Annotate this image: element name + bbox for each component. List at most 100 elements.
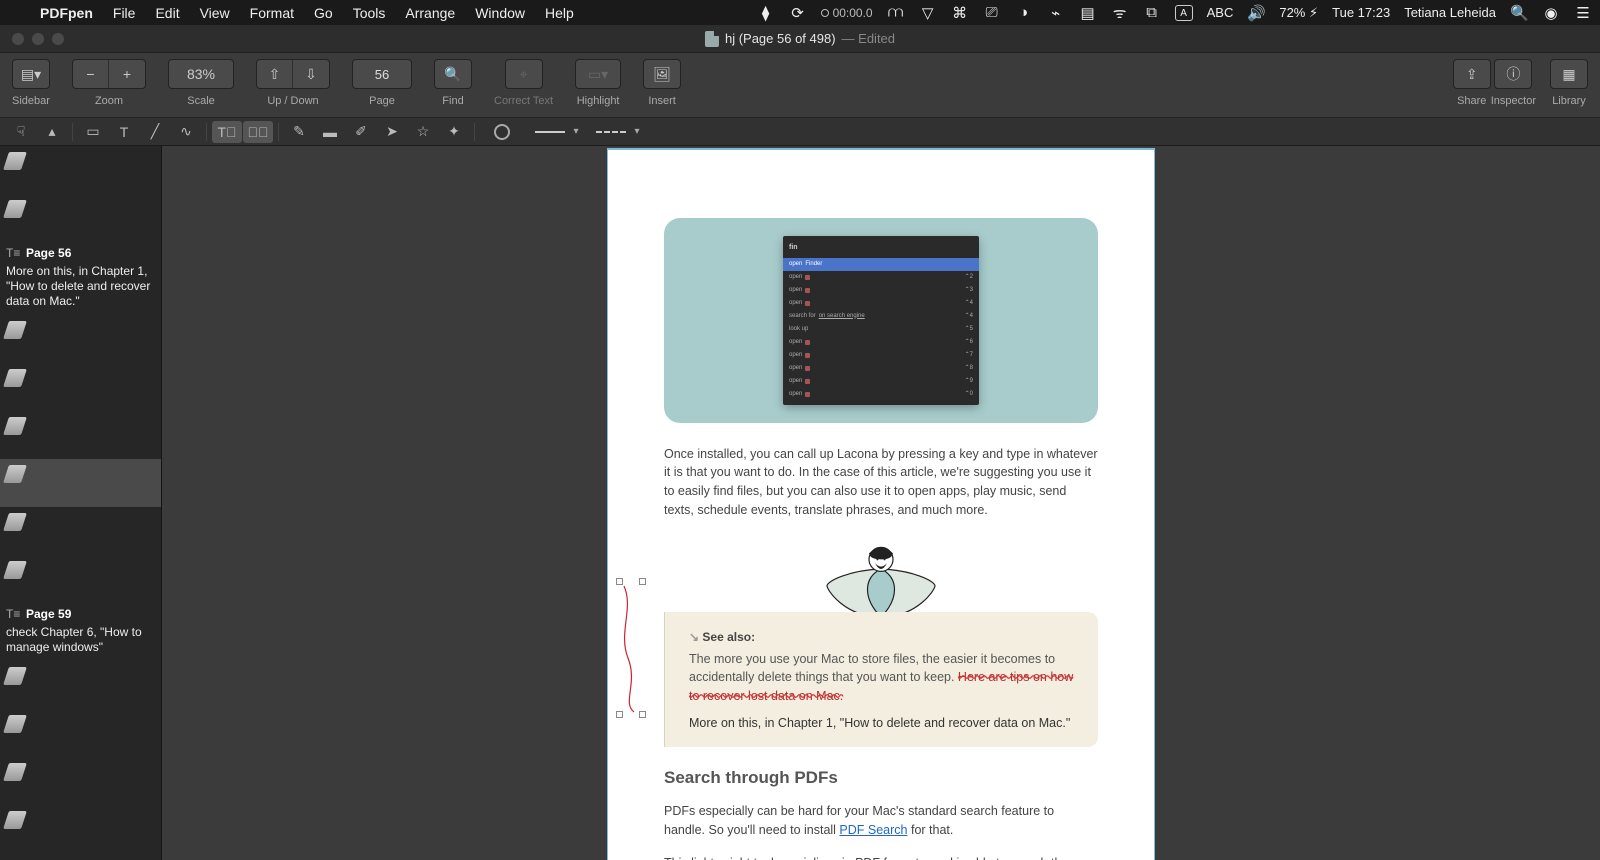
input-source-abc[interactable]: ABC [1207, 5, 1234, 20]
screenshot-icon[interactable]: ⎚ [983, 4, 1001, 21]
sidebar-page-56-header[interactable]: T≡ Page 56 [0, 242, 161, 264]
toolbar-insert-group: 🖼 Insert [643, 59, 681, 107]
volume-icon[interactable]: 🔊 [1247, 4, 1265, 22]
traffic-lights[interactable] [0, 33, 64, 45]
insert-button[interactable]: 🖼 [644, 60, 680, 88]
page-number-input[interactable] [353, 60, 411, 88]
freehand-annotation[interactable] [616, 578, 646, 718]
menu-edit[interactable]: Edit [145, 5, 189, 21]
sync-icon[interactable]: ⟳ [789, 4, 807, 22]
share-button[interactable]: ⇪ [1454, 60, 1490, 88]
sidebar-thumb[interactable] [0, 709, 161, 757]
sidebar-thumb[interactable] [0, 411, 161, 459]
menu-arrange[interactable]: Arrange [395, 5, 465, 21]
menu-file[interactable]: File [103, 5, 146, 21]
fullscreen-dot[interactable] [52, 33, 64, 45]
sidebar-thumb[interactable] [0, 363, 161, 411]
menu-help[interactable]: Help [535, 5, 584, 21]
selection-handle[interactable] [616, 578, 623, 585]
dropbox-icon[interactable]: ⩋ [887, 4, 905, 21]
selection-handle[interactable] [639, 578, 646, 585]
sidebar-toggle-button[interactable]: ▤▾ [13, 60, 49, 88]
line-tool[interactable]: ╱ [140, 121, 170, 143]
display-icon[interactable]: ▤ [1079, 4, 1097, 22]
selection-handle[interactable] [639, 711, 646, 718]
stroke-style-picker[interactable]: ▾ [525, 121, 585, 143]
sidebar-page-59-header[interactable]: T≡ Page 59 [0, 603, 161, 625]
lacona-row: open ⌃9 [783, 375, 979, 388]
minimize-dot[interactable] [32, 33, 44, 45]
wifi-icon[interactable]: ᯤ [1111, 3, 1129, 23]
sidebar-thumb[interactable] [0, 805, 161, 853]
user-name[interactable]: Tetiana Leheida [1404, 5, 1496, 20]
scribble-tool[interactable]: ∿ [171, 121, 201, 143]
hand-tool[interactable]: ☟ [6, 121, 36, 143]
callout-tool[interactable]: ➤ [377, 121, 407, 143]
page-up-button[interactable]: ⇧ [257, 60, 293, 88]
menu-go[interactable]: Go [304, 5, 343, 21]
find-button[interactable]: 🔍 [435, 60, 471, 88]
selection-handle[interactable] [616, 711, 623, 718]
toolbar-insert-label: Insert [648, 95, 676, 107]
paragraph-2[interactable]: PDFs especially can be hard for your Mac… [664, 802, 1098, 840]
note-tool[interactable]: ✐ [346, 121, 376, 143]
menu-tools[interactable]: Tools [343, 5, 396, 21]
app-name[interactable]: PDFpen [30, 5, 103, 21]
link-tool[interactable]: ✦ [439, 121, 469, 143]
select-tool[interactable]: ▴ [37, 121, 67, 143]
clock[interactable]: Tue 17:23 [1332, 5, 1390, 20]
sidebar[interactable]: T≡ Page 56 More on this, in Chapter 1, "… [0, 146, 162, 860]
layers-icon[interactable]: ⧉ [1143, 4, 1161, 21]
close-dot[interactable] [12, 33, 24, 45]
pdf-page[interactable]: fin open Finder open ⌃2 open ⌃3 open ⌃4 … [607, 148, 1155, 860]
zoom-out-button[interactable]: − [73, 60, 109, 88]
heading-search-pdfs[interactable]: Search through PDFs [664, 765, 1098, 791]
menu-format[interactable]: Format [240, 5, 304, 21]
inserted-annotation-text[interactable]: More on this, in Chapter 1, "How to dele… [689, 714, 1074, 733]
bolt-icon[interactable]: ⧫ [757, 4, 775, 22]
toolbar-sidebar-group: ▤▾ Sidebar [12, 59, 50, 107]
stroke-dash-picker[interactable]: ▾ [586, 121, 646, 143]
color-picker-button[interactable] [480, 121, 524, 143]
tray-icon[interactable]: ▽ [919, 4, 937, 22]
sidebar-thumb[interactable] [0, 507, 161, 555]
bluetooth-icon[interactable]: ⌘ [951, 4, 969, 22]
textbox-tool[interactable]: T⃞ [212, 121, 242, 143]
sidebar-page-56-text[interactable]: More on this, in Chapter 1, "How to dele… [0, 264, 161, 315]
app-icon[interactable]: ◑ [1015, 4, 1033, 21]
canvas[interactable]: fin open Finder open ⌃2 open ⌃3 open ⌃4 … [162, 146, 1600, 860]
siri-icon[interactable]: ◉ [1542, 4, 1560, 22]
menu-window[interactable]: Window [465, 5, 535, 21]
see-also-box[interactable]: See also: The more you use your Mac to s… [664, 612, 1098, 747]
paragraph-1[interactable]: Once installed, you can call up Lacona b… [664, 445, 1098, 520]
text-tool[interactable]: T [109, 121, 139, 143]
paragraph-3[interactable]: This lightweight tool specializes in PDF… [664, 854, 1098, 860]
sidebar-thumb[interactable] [0, 194, 161, 242]
signature-tool[interactable]: ✎⃞ [243, 121, 273, 143]
scale-field[interactable]: 83% [169, 60, 233, 88]
zoom-in-button[interactable]: + [109, 60, 145, 88]
control-icon[interactable]: ⌁ [1047, 4, 1065, 22]
library-button[interactable]: ▦ [1551, 60, 1587, 88]
menu-extras-icon[interactable]: ☰ [1574, 4, 1592, 22]
stamp-tool[interactable]: ☆ [408, 121, 438, 143]
marker-tool[interactable]: ✎ [284, 121, 314, 143]
sidebar-thumb-selected[interactable] [0, 459, 161, 507]
sidebar-page-59-text[interactable]: check Chapter 6, "How to manage windows" [0, 625, 161, 661]
menu-view[interactable]: View [190, 5, 240, 21]
rect-select-tool[interactable]: ▭ [78, 121, 108, 143]
window-titlebar[interactable]: hj (Page 56 of 498) — Edited [0, 25, 1600, 53]
sidebar-thumb[interactable] [0, 315, 161, 363]
sidebar-thumb[interactable] [0, 146, 161, 194]
highlight-tool[interactable]: ▬ [315, 121, 345, 143]
inspector-button[interactable]: ⓘ [1495, 60, 1531, 88]
keyboard-input-icon[interactable]: A [1175, 5, 1193, 21]
page-down-button[interactable]: ⇩ [293, 60, 329, 88]
spotlight-icon[interactable]: 🔍 [1510, 4, 1528, 22]
sidebar-thumb[interactable] [0, 661, 161, 709]
recorder-widget[interactable]: 00:00.0 [821, 6, 873, 20]
battery-pct[interactable]: 72% ⚡︎ [1279, 5, 1318, 21]
sidebar-thumb[interactable] [0, 757, 161, 805]
pdf-search-link[interactable]: PDF Search [839, 823, 907, 837]
sidebar-thumb[interactable] [0, 555, 161, 603]
